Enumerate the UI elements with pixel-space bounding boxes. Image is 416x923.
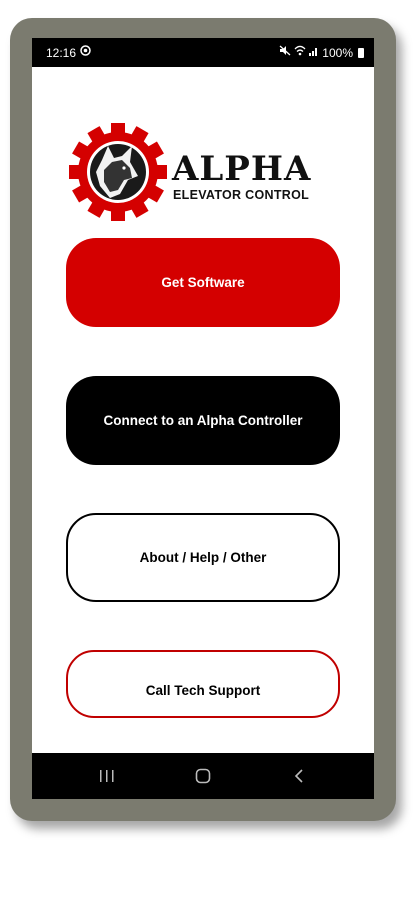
sync-icon	[80, 45, 91, 60]
phone-screen: 12:16 100% ALPHA ELEVATOR CONTROL Get So…	[32, 38, 374, 799]
get-software-label: Get Software	[161, 275, 245, 290]
call-tech-support-button[interactable]: Call Tech Support	[66, 650, 340, 718]
back-icon[interactable]	[279, 763, 319, 789]
about-help-button[interactable]: About / Help / Other	[66, 513, 340, 602]
call-tech-support-label: Call Tech Support	[145, 682, 261, 698]
battery-percentage: 100%	[322, 45, 353, 60]
get-software-button[interactable]: Get Software	[66, 238, 340, 327]
signal-icon	[309, 46, 319, 60]
connect-controller-label: Connect to an Alpha Controller	[103, 413, 303, 428]
logo-subtitle: ELEVATOR CONTROL	[173, 188, 310, 202]
status-left: 12:16	[46, 45, 91, 60]
battery-icon	[358, 47, 364, 58]
gear-wolf-emblem	[69, 123, 167, 221]
mute-icon	[279, 45, 291, 60]
home-icon[interactable]	[183, 763, 223, 789]
about-help-label: About / Help / Other	[139, 550, 267, 565]
status-right: 100%	[279, 45, 364, 60]
status-bar: 12:16 100%	[32, 38, 374, 67]
alpha-logo: ALPHA ELEVATOR CONTROL	[68, 122, 328, 222]
connect-controller-button[interactable]: Connect to an Alpha Controller	[66, 376, 340, 465]
logo-title: ALPHA	[172, 149, 312, 189]
recents-icon[interactable]	[87, 763, 127, 789]
clock: 12:16	[46, 45, 77, 60]
wifi-icon	[294, 45, 306, 60]
navigation-bar	[32, 753, 374, 799]
